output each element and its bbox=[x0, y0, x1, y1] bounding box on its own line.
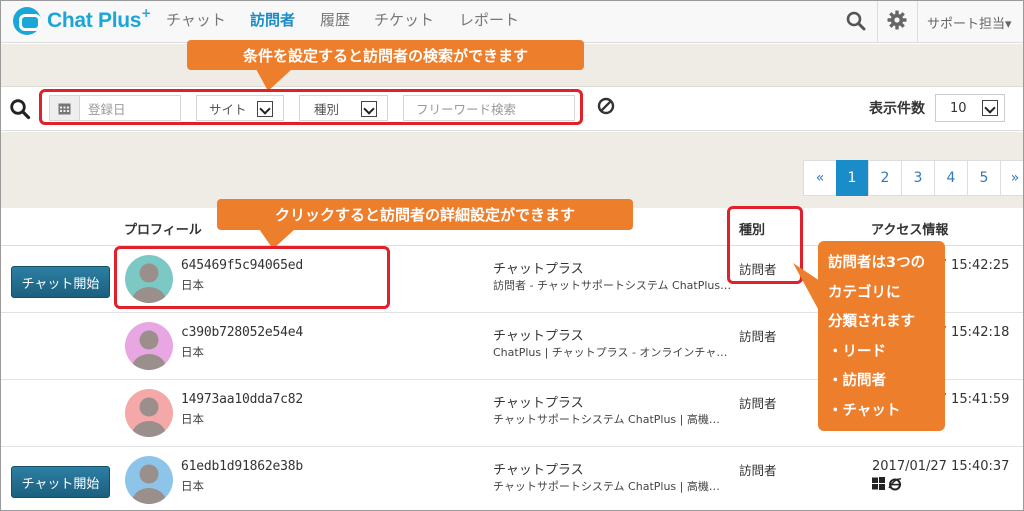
internet-explorer-icon bbox=[888, 478, 902, 491]
column-header-access: アクセス情報 bbox=[871, 223, 949, 238]
start-chat-button[interactable]: チャット開始 bbox=[11, 266, 110, 298]
page-title[interactable]: チャットサポートシステム ChatPlus | 高機… bbox=[493, 411, 738, 427]
page-title[interactable]: 訪問者 - チャットサポートシステム ChatPlus… bbox=[493, 277, 738, 293]
visitor-country: 日本 bbox=[181, 412, 204, 426]
user-menu[interactable]: サポート担当▾ bbox=[927, 13, 1012, 32]
pagination-page-2[interactable]: 2 bbox=[868, 160, 902, 196]
nav-item-visitors[interactable]: 訪問者 bbox=[250, 9, 295, 30]
visitor-id[interactable]: 61edb1d91862e38b bbox=[181, 459, 303, 474]
profile-callout: クリックすると訪問者の詳細設定ができます bbox=[217, 199, 633, 230]
windows-icon bbox=[872, 477, 885, 490]
search-icon[interactable] bbox=[9, 98, 31, 120]
type-highlight bbox=[727, 206, 803, 284]
person-icon bbox=[132, 397, 166, 437]
category-line: ・訪問者 bbox=[828, 373, 886, 389]
visitor-id[interactable]: c390b728052e54e4 bbox=[181, 325, 303, 340]
person-icon bbox=[132, 464, 166, 504]
pagination-page-1[interactable]: 1 bbox=[836, 160, 868, 196]
per-page-label: 表示件数 bbox=[869, 101, 925, 117]
app-logo[interactable]: Chat Plus + bbox=[13, 6, 151, 36]
chevron-down-icon bbox=[982, 100, 998, 116]
category-line: ・チャット bbox=[828, 402, 901, 419]
clear-filter-icon[interactable] bbox=[597, 97, 615, 115]
avatar[interactable] bbox=[125, 456, 173, 504]
person-icon bbox=[132, 330, 166, 370]
avatar[interactable] bbox=[125, 389, 173, 437]
filter-callout: 条件を設定すると訪問者の検索ができます bbox=[187, 40, 584, 70]
visitor-type: 訪問者 bbox=[739, 396, 777, 411]
pagination-page-4[interactable]: 4 bbox=[934, 160, 968, 196]
visitor-id[interactable]: 14973aa10dda7c82 bbox=[181, 392, 303, 407]
nav-divider bbox=[917, 1, 918, 43]
app-frame: Chat Plus + チャット 訪問者 履歴 チケット レポート サポート担当… bbox=[0, 0, 1024, 511]
site-name: チャットプラス bbox=[493, 262, 584, 277]
chat-bubble-icon bbox=[13, 7, 41, 35]
nav-divider bbox=[877, 1, 878, 43]
per-page-select[interactable]: 10 bbox=[935, 94, 1005, 122]
site-name: チャットプラス bbox=[493, 463, 584, 478]
access-time: 2017/01/27 15:40:37 bbox=[872, 459, 1010, 474]
avatar[interactable] bbox=[125, 322, 173, 370]
site-name: チャットプラス bbox=[493, 329, 584, 344]
visitor-country: 日本 bbox=[181, 345, 204, 359]
category-line: 訪問者は3つの bbox=[828, 255, 926, 271]
visitor-type: 訪問者 bbox=[739, 329, 777, 344]
client-os-icons bbox=[872, 477, 902, 491]
category-line: カテゴリに bbox=[828, 284, 901, 301]
nav-item-tickets[interactable]: チケット bbox=[374, 9, 434, 30]
pagination-page-5[interactable]: 5 bbox=[967, 160, 1001, 196]
page-title[interactable]: ChatPlus | チャットプラス - オンラインチャ… bbox=[493, 344, 738, 360]
page-title[interactable]: チャットサポートシステム ChatPlus | 高機… bbox=[493, 478, 738, 494]
category-callout: 訪問者は3つの カテゴリに 分類されます ・リード ・訪問者 ・チャット bbox=[818, 241, 945, 431]
column-header-profile: プロフィール bbox=[124, 223, 202, 238]
gear-icon[interactable] bbox=[887, 10, 907, 30]
per-page-value: 10 bbox=[950, 101, 967, 116]
pagination-page-3[interactable]: 3 bbox=[901, 160, 935, 196]
nav-item-history[interactable]: 履歴 bbox=[320, 9, 350, 30]
top-nav: Chat Plus + チャット 訪問者 履歴 チケット レポート サポート担当… bbox=[1, 1, 1023, 43]
nav-item-chat[interactable]: チャット bbox=[166, 9, 226, 30]
visitor-type: 訪問者 bbox=[739, 463, 777, 478]
pagination-prev[interactable]: « bbox=[803, 160, 837, 196]
app-name: Chat Plus bbox=[47, 9, 142, 32]
profile-highlight bbox=[114, 246, 390, 309]
category-line: ・リード bbox=[828, 343, 886, 360]
start-chat-button[interactable]: チャット開始 bbox=[11, 466, 110, 498]
visitor-country: 日本 bbox=[181, 479, 204, 493]
category-line: 分類されます bbox=[828, 314, 915, 330]
pagination-next[interactable]: » bbox=[1000, 160, 1023, 196]
search-icon[interactable] bbox=[846, 11, 866, 31]
site-name: チャットプラス bbox=[493, 396, 584, 411]
app-name-sup: + bbox=[141, 6, 152, 20]
nav-item-reports[interactable]: レポート bbox=[459, 9, 519, 30]
filter-highlight bbox=[39, 89, 583, 125]
